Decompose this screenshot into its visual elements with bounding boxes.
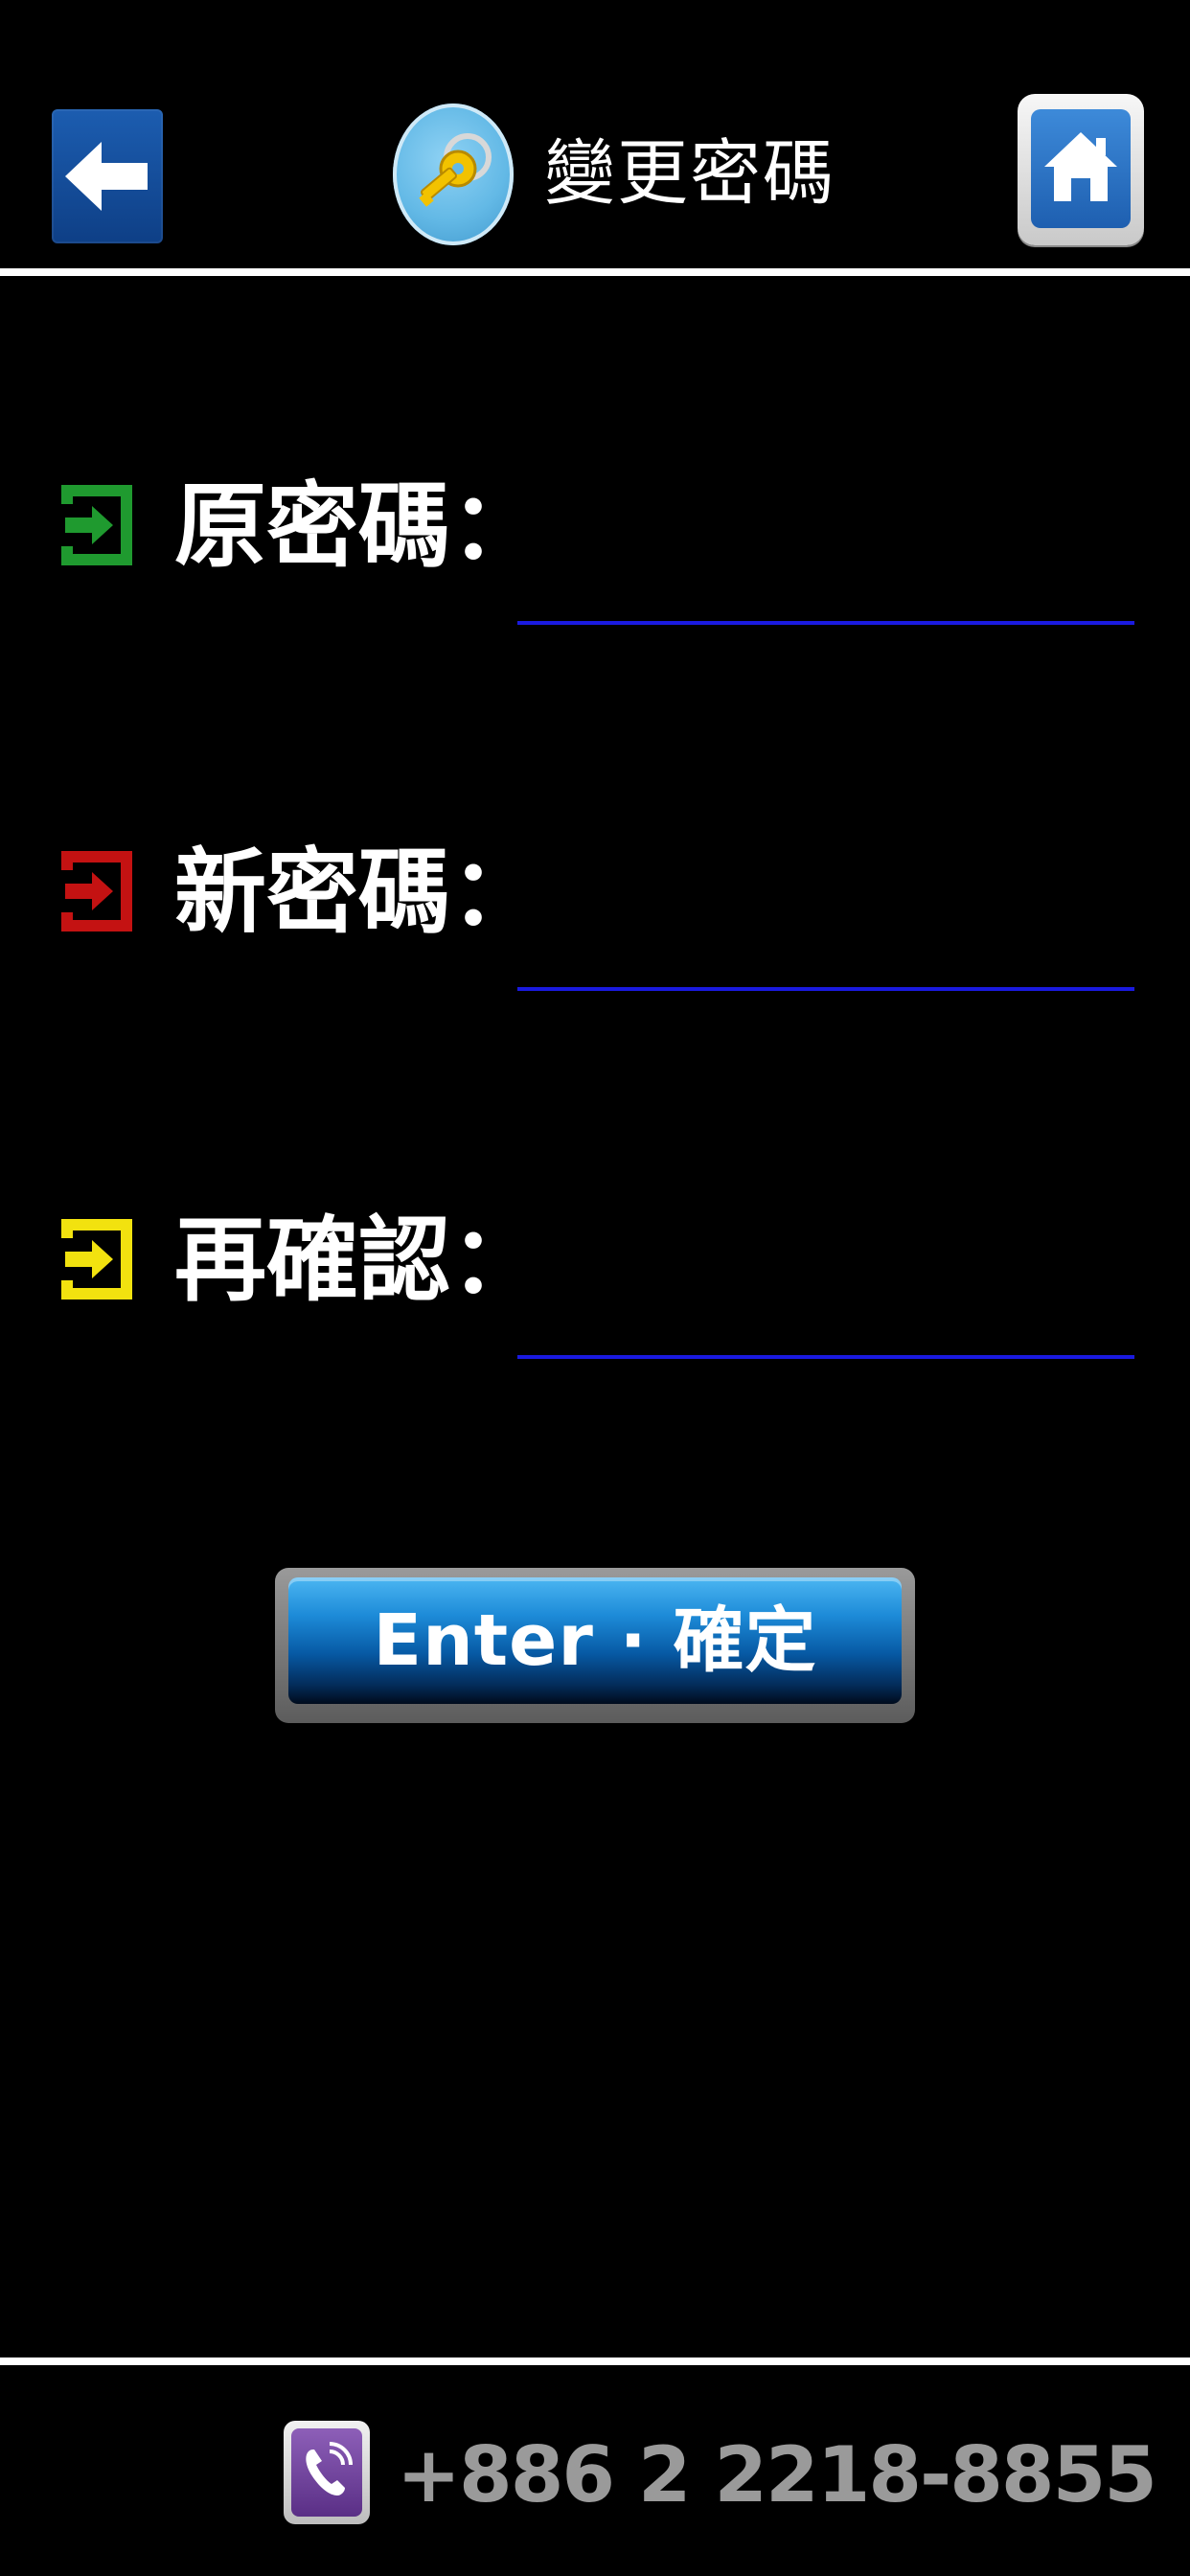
new-password-row: 新密碼： <box>0 807 1190 999</box>
confirm-password-input[interactable] <box>517 1213 1131 1319</box>
new-password-underline <box>517 987 1134 991</box>
old-password-underline <box>517 621 1134 625</box>
confirm-password-row: 再確認： <box>0 1175 1190 1367</box>
confirm-password-underline <box>517 1355 1134 1359</box>
page-title: 變更密碼 <box>544 132 835 215</box>
home-icon <box>1044 132 1117 201</box>
new-password-input[interactable] <box>517 845 1131 951</box>
confirm-password-label: 再確認： <box>174 1207 542 1314</box>
old-password-row: 原密碼： <box>0 441 1190 632</box>
key-icon <box>393 104 514 245</box>
header: 變更密碼 <box>0 0 1190 268</box>
enter-arrow-icon <box>61 1219 132 1300</box>
phone-icon[interactable] <box>284 2421 370 2524</box>
footer-divider <box>0 2358 1190 2365</box>
old-password-input[interactable] <box>517 479 1131 585</box>
old-password-label: 原密碼： <box>174 472 542 580</box>
enter-confirm-button[interactable]: Enter · 確定 <box>275 1568 915 1723</box>
new-password-label: 新密碼： <box>174 839 542 946</box>
enter-button-label: Enter · 確定 <box>373 1599 817 1682</box>
back-button[interactable] <box>52 109 163 243</box>
arrow-left-icon <box>65 142 148 211</box>
enter-arrow-icon <box>61 485 132 565</box>
home-button[interactable] <box>1018 94 1144 245</box>
enter-arrow-icon <box>61 851 132 932</box>
header-divider <box>0 268 1190 276</box>
phone-number[interactable]: +886 2 2218-8855 <box>397 2423 1157 2528</box>
